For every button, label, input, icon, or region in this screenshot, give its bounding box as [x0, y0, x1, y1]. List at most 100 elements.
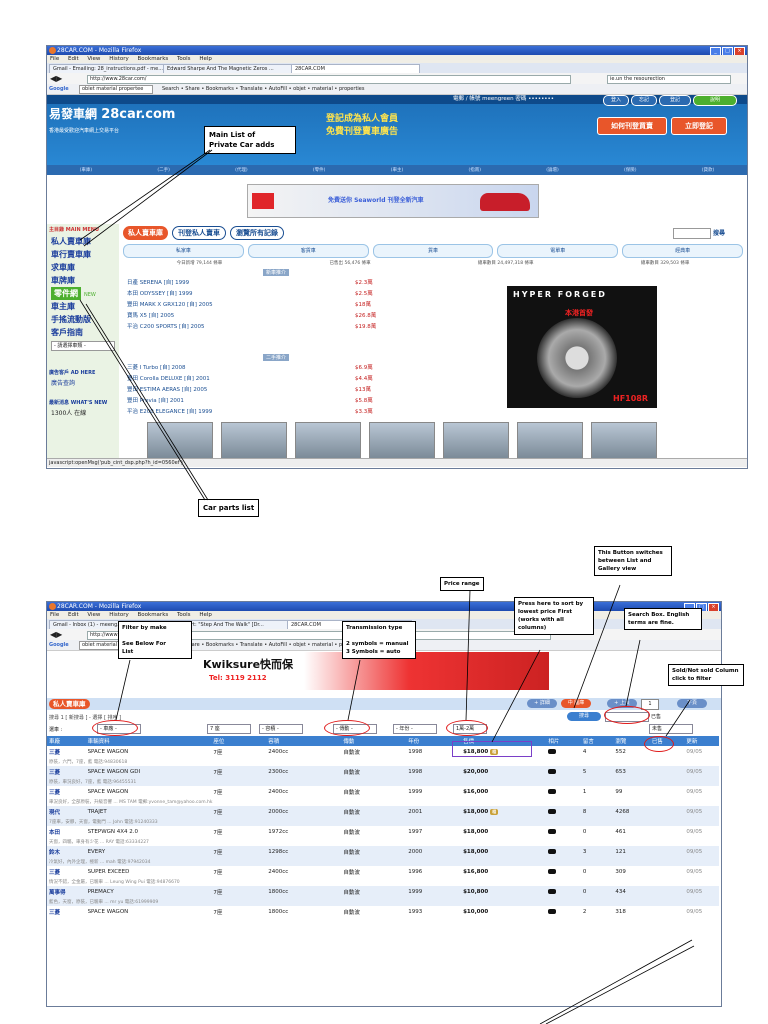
category-private[interactable]: 私家車	[123, 244, 244, 258]
menu-tools[interactable]: Tools	[177, 612, 191, 618]
back-icon[interactable]: ◀▶	[50, 630, 62, 639]
menu-file[interactable]: File	[50, 612, 59, 618]
header-updated[interactable]: 更新	[684, 736, 719, 746]
google-toolbar-items[interactable]: Search • Share • Bookmarks • Translate •…	[162, 640, 364, 650]
year-filter[interactable]: - 年份 -	[393, 724, 437, 734]
camera-icon[interactable]	[548, 768, 557, 774]
sidebar-item-mobile[interactable]: 手搖流動版	[47, 313, 119, 326]
car-type-select[interactable]: - 請選擇車類 -	[51, 341, 115, 351]
nav-item[interactable]: (貸款)	[702, 167, 715, 173]
menu-file[interactable]: File	[50, 56, 59, 62]
category-truck[interactable]: 貨車	[372, 244, 494, 258]
nav-item[interactable]: (論壇)	[546, 167, 559, 173]
gallery-view-button[interactable]: 中 圖庫	[561, 699, 591, 708]
header-transmission[interactable]: 傳動	[341, 736, 407, 746]
help-button[interactable]: 說明	[693, 95, 737, 106]
list-item[interactable]: 豐田 ESTIMA AERAS [自] 2005 $13萬	[127, 385, 395, 396]
menu-help[interactable]: Help	[199, 56, 212, 62]
menu-history[interactable]: History	[109, 56, 129, 62]
camera-icon[interactable]	[548, 808, 557, 814]
nav-item[interactable]: (保險)	[624, 167, 637, 173]
site-search-input[interactable]	[673, 228, 711, 239]
camera-icon[interactable]	[548, 788, 557, 794]
list-item[interactable]: 平治 C200 SPORTS [自] 2005 $19.8萬	[127, 322, 395, 333]
site-search-button[interactable]: 搜尋	[713, 228, 725, 237]
category-van[interactable]: 客貨車	[247, 244, 369, 258]
browser-search-field[interactable]: ie.un the resourection	[607, 75, 731, 84]
nav-item[interactable]: (車庫)	[80, 167, 93, 173]
header-photo[interactable]: 相片	[546, 736, 581, 746]
menu-history[interactable]: History	[109, 612, 129, 618]
engine-filter[interactable]: - 容積 -	[259, 724, 303, 734]
sidebar-item-parts[interactable]: 零件網	[51, 287, 81, 300]
tab-private-cars[interactable]: 私人賣車庫	[123, 226, 168, 240]
sidebar-item-plates[interactable]: 車牌庫	[47, 274, 119, 287]
tab-post-private[interactable]: 刊登私人賣車	[172, 226, 226, 240]
sidebar-item-private[interactable]: 私人賣車庫	[47, 235, 119, 248]
list-item[interactable]: 三菱 I Turbo [自] 2008 $6.9萬	[127, 363, 395, 374]
tab-private-cars[interactable]: 私人賣車庫	[49, 699, 90, 709]
header-messages[interactable]: 留言	[580, 736, 614, 746]
login-button[interactable]: 登入	[603, 95, 629, 106]
list-item[interactable]: 豐田 Previa [自] 2001 $5.8萬	[127, 396, 395, 407]
site-logo[interactable]: 易發車網 28car.com	[49, 105, 175, 122]
menu-bookmarks[interactable]: Bookmarks	[138, 612, 169, 618]
next-page-button[interactable]: 下頁	[677, 699, 707, 708]
back-icon[interactable]: ◀▶	[50, 74, 62, 83]
nav-item[interactable]: (二手)	[157, 167, 170, 173]
sidebar-item-wanted[interactable]: 求車庫	[47, 261, 119, 274]
header-details[interactable]: 車輛資料	[85, 736, 212, 746]
list-item[interactable]: 豐田 Corolla DELUXE [自] 2001 $4.4萬	[127, 374, 395, 385]
url-field[interactable]: http://www.28car.com/	[87, 75, 571, 84]
camera-icon[interactable]	[548, 908, 557, 914]
menu-view[interactable]: View	[87, 612, 100, 618]
nav-item[interactable]: (零件)	[313, 167, 326, 173]
header-engine[interactable]: 容積	[266, 736, 342, 746]
sidebar-item-owners[interactable]: 車主庫	[47, 300, 119, 313]
camera-icon[interactable]	[548, 848, 557, 854]
nav-item[interactable]: (車主)	[391, 167, 404, 173]
table-row[interactable]: 鈴木 EVERY 7座 1298cc 自動波 2000 $18,000 3 121 09/05	[47, 846, 719, 858]
camera-icon[interactable]	[548, 868, 557, 874]
camera-icon[interactable]	[548, 828, 557, 834]
category-motorcycle[interactable]: 電單車	[497, 244, 619, 258]
ads-link[interactable]: 廣告查詢	[47, 378, 119, 387]
list-item[interactable]: 寶馬 X5 [自] 2005 $26.8萬	[127, 311, 395, 322]
table-row[interactable]: 萬事得 PREMACY 7座 1800cc 自動波 1999 $10,800 0 434 09/0…	[47, 886, 719, 898]
category-classic[interactable]: 經典車	[622, 244, 743, 258]
menu-edit[interactable]: Edit	[68, 612, 79, 618]
promo-banner[interactable]: 登記成為私人會員 免費刊登賣車廣告	[312, 113, 412, 139]
menu-bookmarks[interactable]: Bookmarks	[138, 56, 169, 62]
header-make[interactable]: 車廠	[47, 736, 86, 746]
forgot-button[interactable]: 忘記	[631, 95, 657, 106]
camera-icon[interactable]	[548, 748, 557, 754]
sidebar-item-dealer[interactable]: 車行賣車庫	[47, 248, 119, 261]
camera-icon[interactable]	[548, 888, 557, 894]
google-toolbar-items[interactable]: Search • Share • Bookmarks • Translate •…	[162, 84, 364, 94]
menu-help[interactable]: Help	[199, 612, 212, 618]
register-button[interactable]: 立即登記	[671, 117, 727, 135]
register-small-button[interactable]: 登記	[659, 95, 691, 106]
table-row[interactable]: 現代 TRAJET 7座 2000cc 自動波 2001 $18,000 相 8 4268 09/…	[47, 806, 719, 818]
menu-tools[interactable]: Tools	[177, 56, 191, 62]
google-search-input[interactable]: obiet material propertee	[79, 85, 153, 94]
menu-view[interactable]: View	[87, 56, 100, 62]
list-item[interactable]: 日產 SERENA [自] 1999 $2.3萬	[127, 278, 395, 289]
nav-item[interactable]: (指南)	[468, 167, 481, 173]
list-item[interactable]: 平治 E200 ELEGANCE [自] 1999 $3.3萬	[127, 407, 395, 418]
list-item[interactable]: 本田 ODYSSEY [自] 1999 $2.5萬	[127, 289, 395, 300]
detail-view-button[interactable]: + 詳細	[527, 699, 557, 708]
nav-item[interactable]: (代理)	[235, 167, 248, 173]
table-row[interactable]: 三菱 SUPER EXCEED 7座 2400cc 自動波 1996 $16,800 0 309…	[47, 866, 719, 878]
header-seats[interactable]: 座位	[211, 736, 267, 746]
tab-browse-all[interactable]: 瀏覽所有記錄	[230, 226, 284, 240]
menu-edit[interactable]: Edit	[68, 56, 79, 62]
sold-filter[interactable]: 未售	[649, 724, 693, 734]
table-row[interactable]: 本田 STEPWGN 4X4 2.0 7座 1972cc 自動波 1997 $18,000 0…	[47, 826, 719, 838]
table-row[interactable]: 三菱 SPACE WAGON GDI 7座 2300cc 自動波 1998 $20,000 5…	[47, 766, 719, 778]
wheel-ad[interactable]: HYPER FORGED 本港首發 HF108R	[507, 286, 657, 408]
banner-ad[interactable]: 免費送你 Seaworld 刊登全新汽車	[247, 184, 539, 218]
seats-filter[interactable]: 7 座	[207, 724, 251, 734]
list-item[interactable]: 豐田 MARK X GRX120 [自] 2005 $18萬	[127, 300, 395, 311]
table-row[interactable]: 三菱 SPACE WAGON 7座 2400cc 自動波 1998 $18,800 相 4 55…	[47, 746, 719, 758]
